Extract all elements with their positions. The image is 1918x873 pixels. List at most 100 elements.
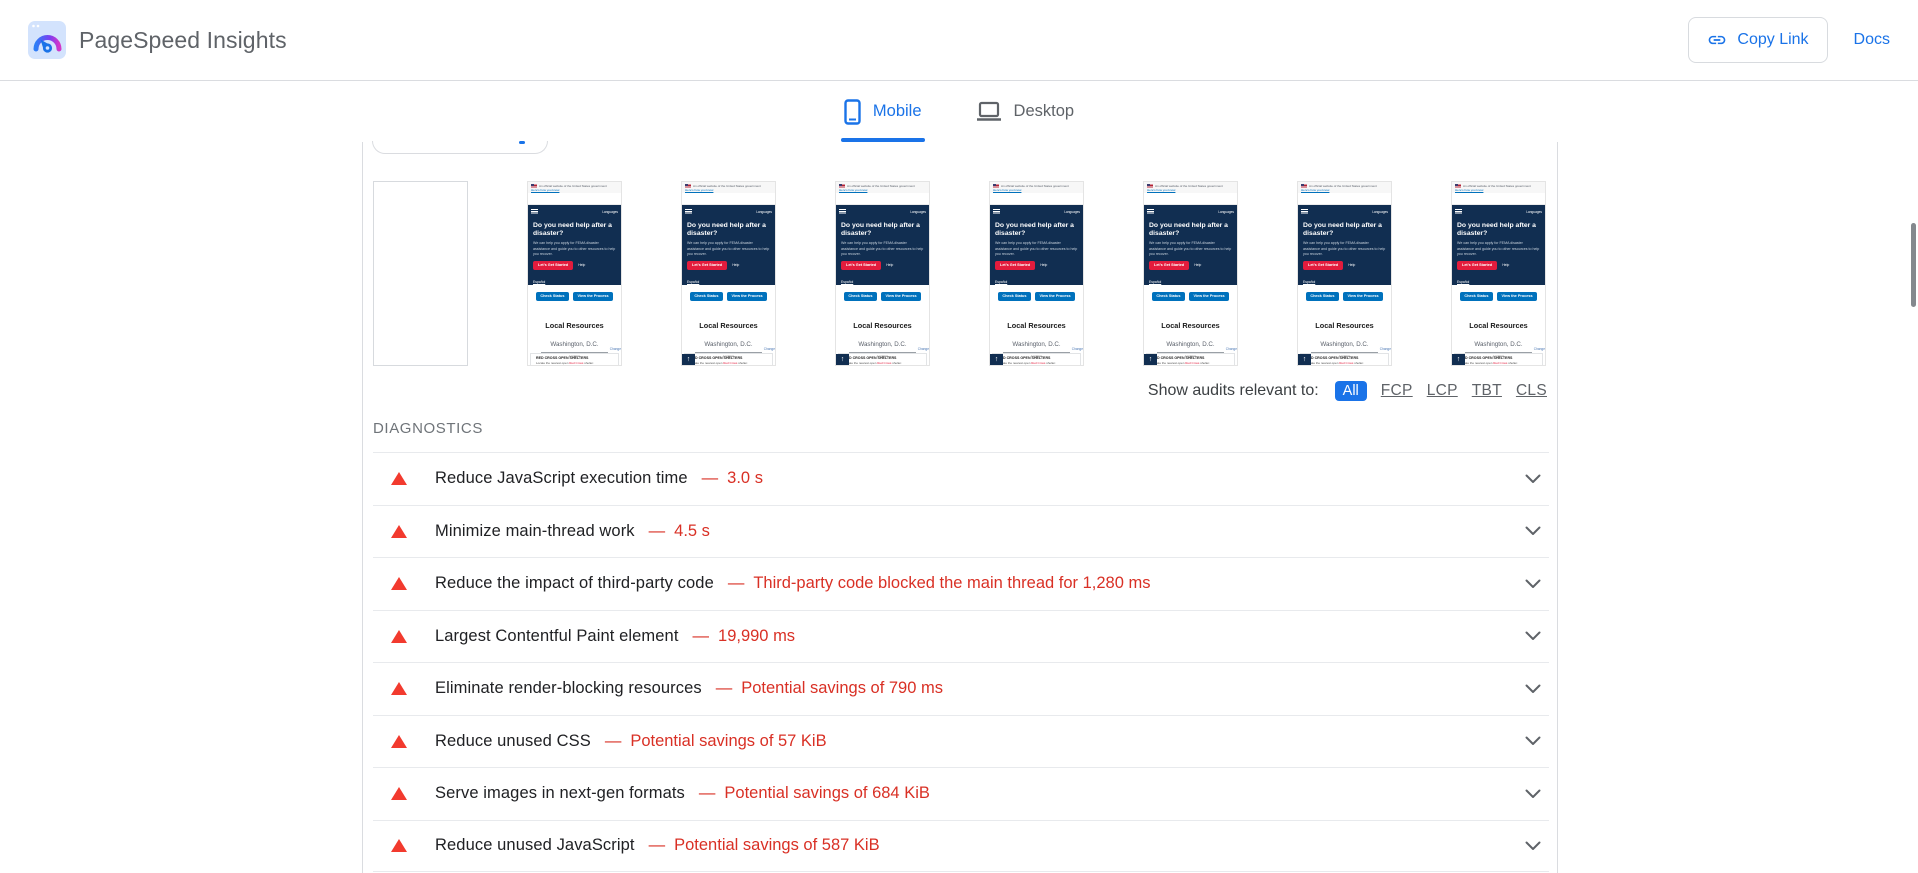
audit-row[interactable]: Reduce JavaScript execution time — 3.0 s: [373, 452, 1549, 505]
us-flag-icon: [531, 184, 537, 188]
thumb-hero-body: We can help you apply for FEMA disaster …: [533, 241, 616, 257]
chevron-down-icon[interactable]: [1525, 474, 1541, 484]
thumb-cta-row: Let's Get Started Help: [841, 261, 924, 270]
chevron-down-icon[interactable]: [1525, 631, 1541, 641]
thumb-get-started-button: Let's Get Started: [687, 261, 728, 270]
audit-metric: Potential savings of 790 ms: [741, 679, 943, 698]
audit-filters: Show audits relevant to: All FCP LCP TBT CLS: [1148, 381, 1547, 401]
link-icon: [1709, 35, 1726, 45]
warning-triangle-icon: [391, 472, 407, 486]
thumb-hero: Do you need help after a disaster? We ca…: [1452, 218, 1545, 285]
chevron-down-icon[interactable]: [1525, 579, 1541, 589]
thumb-action-buttons: Check Status View the Process: [1298, 285, 1391, 315]
thumb-local-resources: Local Resources Washington, D.C. Change …: [990, 315, 1083, 358]
audit-row[interactable]: Minimize main-thread work — 4.5 s: [373, 504, 1549, 558]
thumb-change-link: Change: [917, 346, 929, 351]
thumb-action-buttons: Check Status View the Process: [1144, 285, 1237, 315]
thumb-location-row: Washington, D.C. Change: [1465, 333, 1545, 353]
thumb-gov-text: An official website of the United States…: [1463, 183, 1531, 188]
thumb-gov-link: Here's how you know: [685, 188, 714, 193]
thumb-hero-title: Do you need help after a disaster?: [995, 222, 1074, 238]
thumb-languages: Languages: [1372, 209, 1388, 214]
audit-row[interactable]: Eliminate render-blocking resources — Po…: [373, 662, 1549, 715]
thumb-change-link: Change: [1533, 346, 1545, 351]
back-to-top-button: [1452, 354, 1465, 365]
audit-title: Reduce unused CSS: [435, 731, 591, 750]
app-header: PageSpeed Insights Copy Link Docs: [0, 0, 1918, 81]
thumb-local-resources: Local Resources Washington, D.C. Change …: [1144, 315, 1237, 358]
thumb-hero: Do you need help after a disaster? We ca…: [1298, 218, 1391, 285]
thumb-gov-text: An official website of the United States…: [847, 183, 915, 188]
thumb-location-row: Washington, D.C. Change: [1003, 333, 1083, 353]
thumb-gov-banner: An official website of the United States…: [1298, 182, 1391, 193]
thumb-site-title: DisasterAssistance.gov: [1452, 193, 1545, 205]
thumb-gov-banner: An official website of the United States…: [528, 182, 621, 193]
thumb-cta-row: Let's Get Started Help: [995, 261, 1078, 270]
thumb-change-link: Change: [1379, 346, 1391, 351]
thumb-shelters-text-post: shelter.: [583, 360, 594, 365]
chevron-down-icon[interactable]: [1525, 789, 1541, 799]
thumb-location-row: Washington, D.C. Change: [1311, 333, 1391, 353]
thumb-shelters-title: RED CROSS OPEN SHELTERS: [1306, 355, 1359, 360]
thumb-espanol-link: Español: [533, 279, 546, 284]
thumb-help-link: Help: [1348, 263, 1356, 268]
smartphone-icon: [844, 98, 861, 125]
filter-cls[interactable]: CLS: [1516, 382, 1547, 400]
thumb-change-link: Change: [1071, 346, 1083, 351]
thumb-languages: Languages: [602, 209, 618, 214]
chevron-down-icon[interactable]: [1525, 841, 1541, 851]
audit-separator: —: [727, 574, 745, 593]
audit-row[interactable]: Serve images in next-gen formats — Poten…: [373, 767, 1549, 820]
filmstrip-frame: An official website of the United States…: [1451, 181, 1546, 366]
filter-lcp[interactable]: LCP: [1427, 382, 1458, 400]
app-title: PageSpeed Insights: [79, 26, 287, 53]
scrollbar-thumb[interactable]: [1911, 223, 1916, 307]
filmstrip-frame: An official website of the United States…: [527, 181, 622, 366]
hamburger-icon: [531, 208, 538, 215]
thumb-gov-link: Here's how you know: [1301, 188, 1330, 193]
us-flag-icon: [1455, 184, 1461, 188]
chevron-down-icon[interactable]: [1525, 526, 1541, 536]
clipped-panel[interactable]: [372, 141, 548, 154]
thumb-shelters-link: Red Cross: [1339, 360, 1354, 365]
thumb-hero: Do you need help after a disaster? We ca…: [836, 218, 929, 285]
audit-metric: 4.5 s: [674, 521, 710, 540]
filter-fcp[interactable]: FCP: [1381, 382, 1413, 400]
audit-row[interactable]: Reduce unused JavaScript — Potential sav…: [373, 819, 1549, 872]
thumb-shelters-text-post: shelter.: [1199, 360, 1210, 365]
thumb-gov-banner: An official website of the United States…: [836, 182, 929, 193]
tab-desktop[interactable]: Desktop: [973, 81, 1078, 142]
thumb-check-status-button: Check Status: [1151, 292, 1185, 301]
thumb-local-resources: Local Resources Washington, D.C. Change …: [836, 315, 929, 358]
thumb-cta-row: Let's Get Started Help: [687, 261, 770, 270]
thumb-gov-banner: An official website of the United States…: [682, 182, 775, 193]
thumb-hero-title: Do you need help after a disaster?: [1303, 222, 1382, 238]
copy-link-button[interactable]: Copy Link: [1688, 17, 1828, 63]
thumb-gov-link: Here's how you know: [531, 188, 560, 193]
filter-all[interactable]: All: [1334, 381, 1367, 401]
filmstrip-frame-blank: [373, 181, 468, 366]
thumb-cta-row: Let's Get Started Help: [1457, 261, 1540, 270]
thumb-navbar: Languages: [836, 205, 929, 218]
thumb-local-title: Local Resources: [1315, 321, 1374, 330]
thumb-shelters-text: Locate the nearest open Red Cross shelte…: [536, 361, 616, 365]
thumb-get-started-button: Let's Get Started: [1303, 261, 1344, 270]
docs-link[interactable]: Docs: [1854, 31, 1890, 49]
thumb-hero-body: We can help you apply for FEMA disaster …: [687, 241, 770, 257]
audit-row[interactable]: Reduce the impact of third-party code — …: [373, 557, 1549, 610]
audit-value: — Third-party code blocked the main thre…: [728, 574, 1151, 593]
filter-tbt[interactable]: TBT: [1472, 382, 1502, 400]
chevron-down-icon[interactable]: [1525, 736, 1541, 746]
audit-row[interactable]: Largest Contentful Paint element — 19,99…: [373, 609, 1549, 663]
app-logo[interactable]: PageSpeed Insights: [28, 21, 287, 59]
thumb-hero-title: Do you need help after a disaster?: [687, 222, 766, 238]
tab-mobile[interactable]: Mobile: [840, 81, 925, 142]
audit-row[interactable]: Reduce unused CSS — Potential savings of…: [373, 714, 1549, 768]
thumb-shelters-title: RED CROSS OPEN SHELTERS: [844, 355, 897, 360]
thumb-shelters-title: RED CROSS OPEN SHELTERS: [690, 355, 743, 360]
thumb-get-started-button: Let's Get Started: [1457, 261, 1498, 270]
filmstrip-frame: An official website of the United States…: [835, 181, 930, 366]
copy-link-label: Copy Link: [1737, 31, 1809, 48]
chevron-down-icon[interactable]: [1525, 684, 1541, 694]
audit-metric: Potential savings of 587 KiB: [674, 836, 880, 855]
